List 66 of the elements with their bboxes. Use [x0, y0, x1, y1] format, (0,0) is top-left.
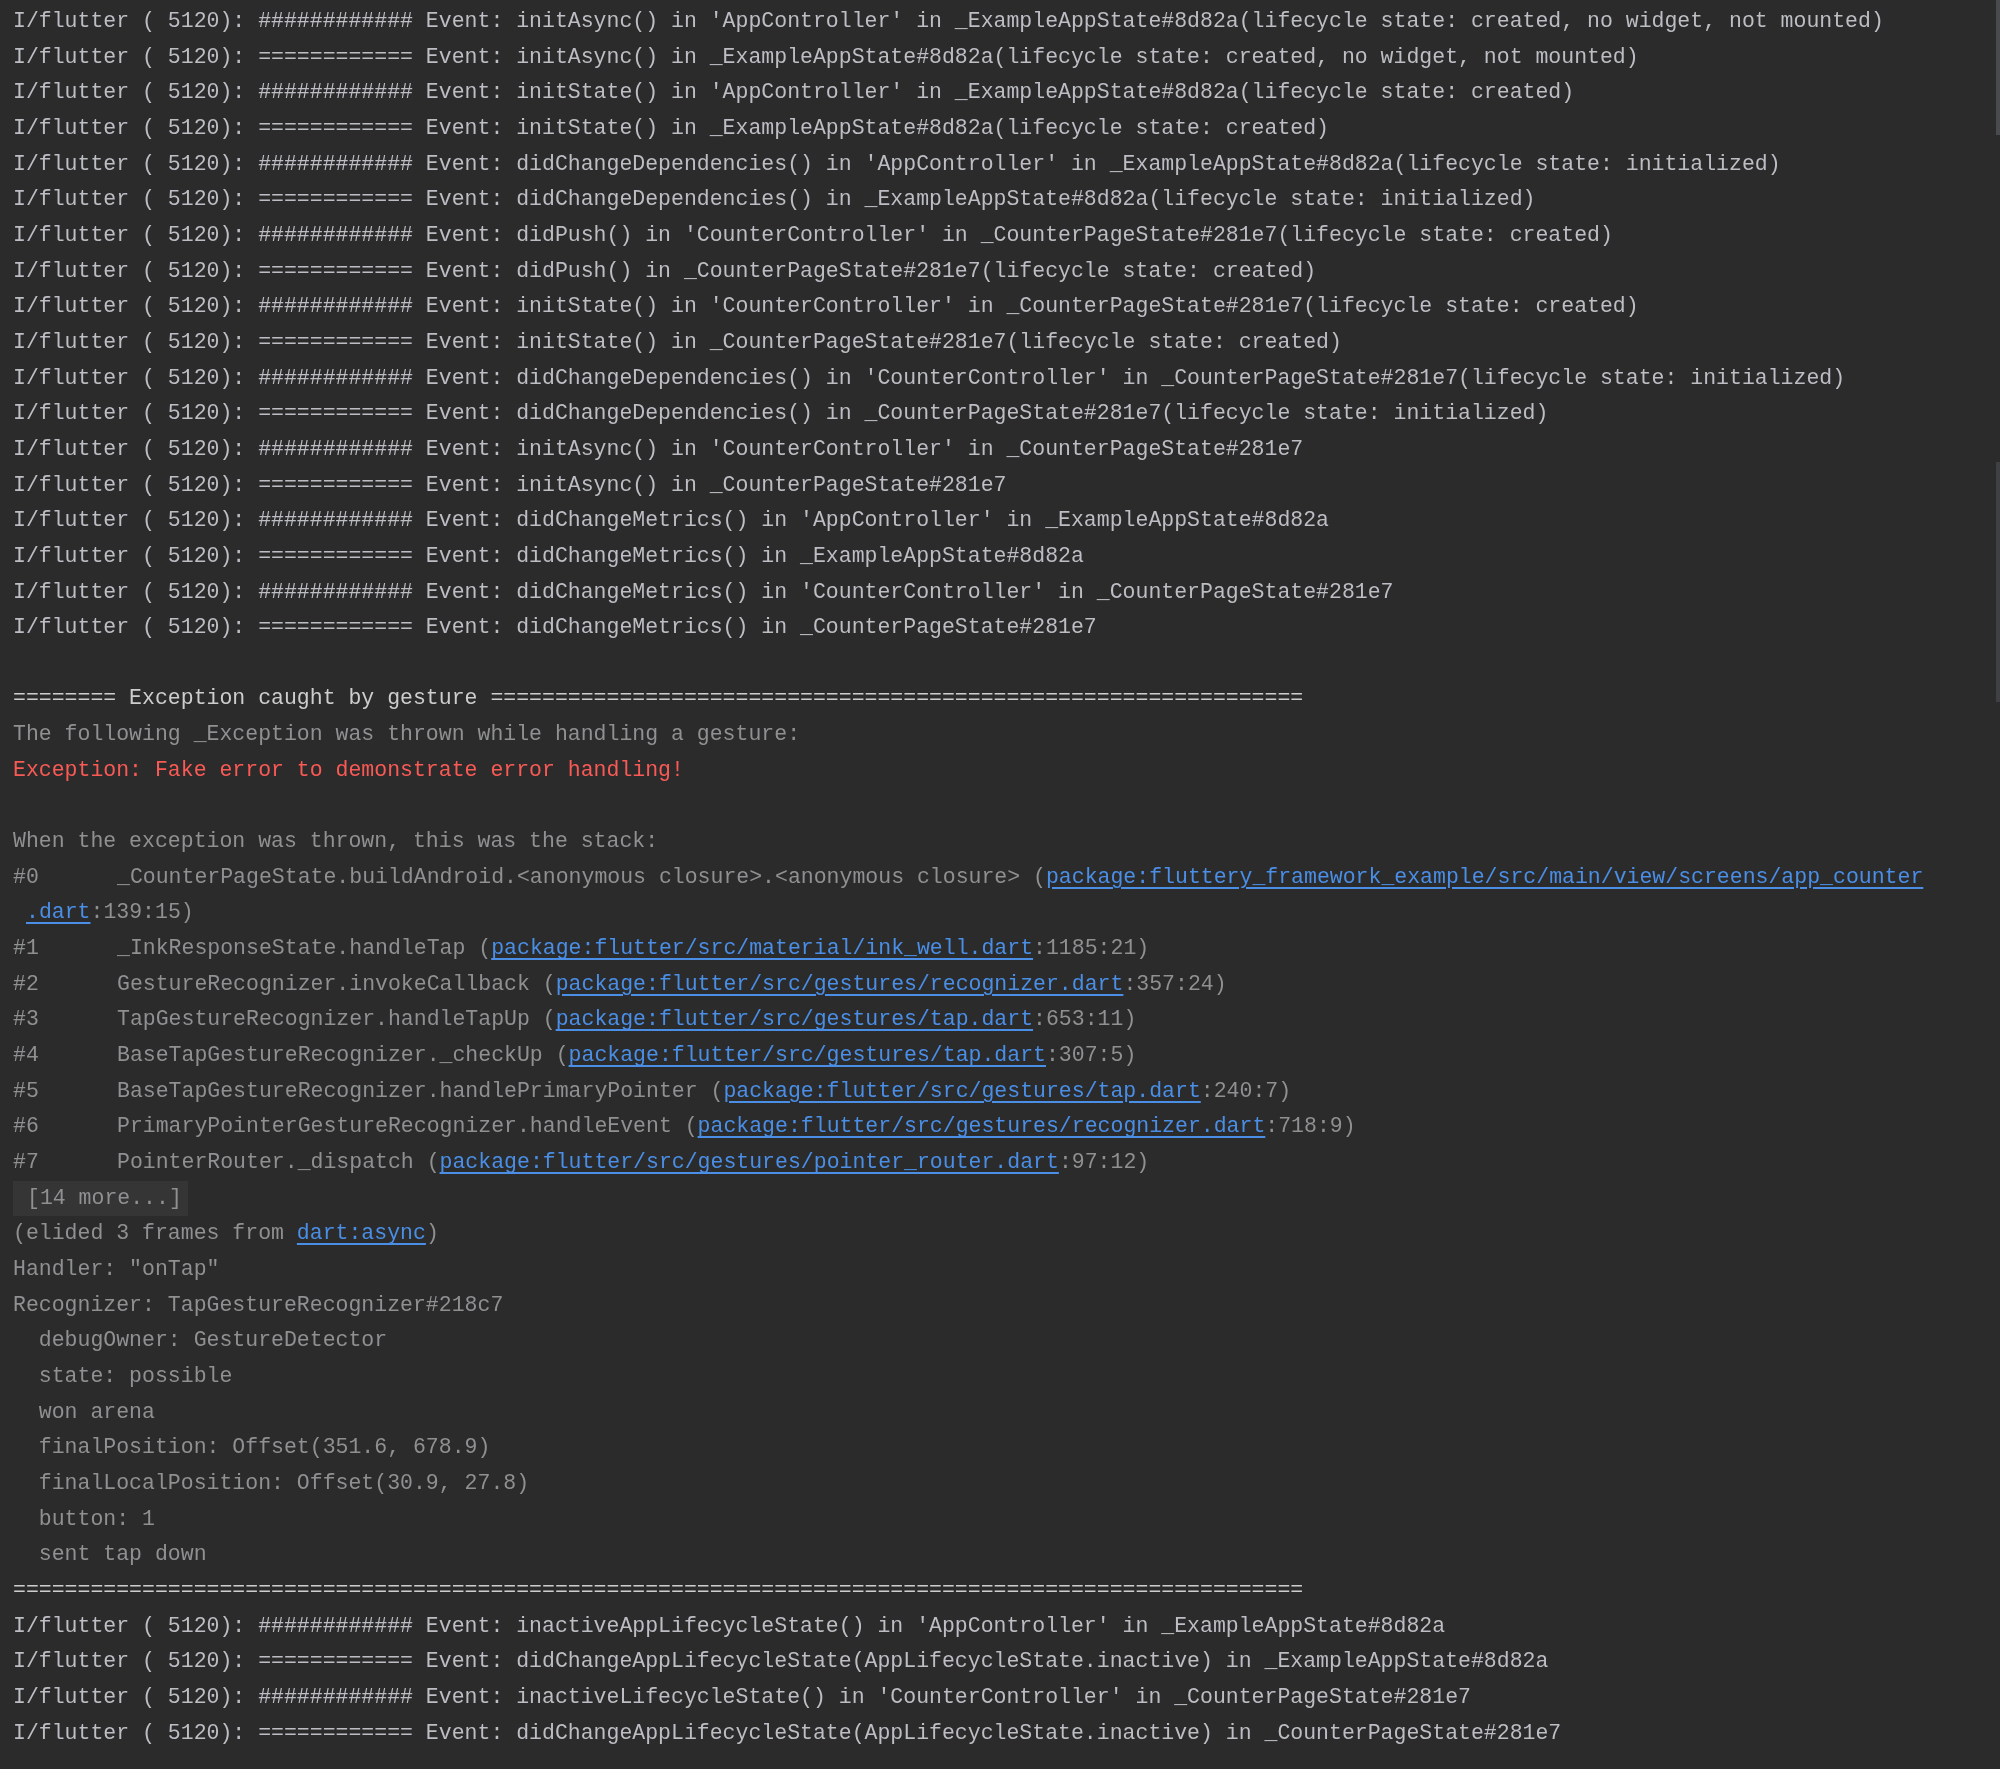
- log-line: I/flutter ( 5120): ============ Event: initAsync() in _CounterPageState#281e7: [13, 471, 1008, 499]
- separator-line: ======== Exception caught by gesture ===============================================================: [13, 685, 1305, 713]
- stack-frame-call: TapGestureRecognizer.handleTapUp (package:flutter/src/gestures/tap.dart:653:11): [117, 1006, 1137, 1034]
- stack-frame-call: _InkResponseState.handleTap (package:flutter/src/material/ink_well.dart:1185:21): [117, 935, 1150, 963]
- frame-index: #0: [13, 863, 40, 891]
- stack-frame-call: BaseTapGestureRecognizer.handlePrimaryPointer (package:flutter/src/gestures/tap.dart:240:7): [117, 1077, 1292, 1105]
- log-line: I/flutter ( 5120): ############ Event: didChangeMetrics() in 'CounterController' in _CounterPageState#281e7: [13, 578, 1395, 606]
- stack-frame-call: PrimaryPointerGestureRecognizer.handleEvent (package:flutter/src/gestures/recognizer.dart:718:9): [117, 1113, 1356, 1141]
- log-line: I/flutter ( 5120): ============ Event: didChangeMetrics() in _ExampleAppState#8d82a: [13, 542, 1085, 570]
- source-link[interactable]: package:flutter/src/gestures/recognizer.dart: [555, 971, 1124, 996]
- log-line: I/flutter ( 5120): ############ Event: initState() in 'CounterController' in _CounterPageState#281e7(lifecycle state: created): [13, 293, 1640, 321]
- source-link[interactable]: package:flutter/src/gestures/pointer_router.dart: [439, 1150, 1059, 1174]
- trace-line: The following _Exception was thrown while handling a gesture:: [13, 721, 802, 749]
- trace-line: state: possible: [37, 1362, 234, 1390]
- log-line: I/flutter ( 5120): ############ Event: didChangeDependencies() in 'CounterController' in _CounterPageState#281e7(lifecycle state: initialized): [13, 364, 1847, 392]
- frame-index: #1: [13, 935, 40, 963]
- trace-line: finalLocalPosition: Offset(30.9, 27.8): [37, 1469, 531, 1497]
- log-line: I/flutter ( 5120): ############ Event: didPush() in 'CounterController' in _CounterPageState#281e7(lifecycle state: created): [13, 221, 1614, 249]
- source-link[interactable]: package:flutter/src/gestures/tap.dart: [723, 1078, 1201, 1103]
- trace-line: Recognizer: TapGestureRecognizer#218c7: [13, 1291, 505, 1319]
- frame-index: #7: [13, 1149, 40, 1176]
- trace-line: button: 1: [37, 1505, 156, 1533]
- stack-frame-call: GestureRecognizer.invokeCallback (package:flutter/src/gestures/recognizer.dart:357:24): [117, 970, 1227, 998]
- log-line: I/flutter ( 5120): ============ Event: didChangeDependencies() in _ExampleAppState#8d82a(lifecycle state: initialized): [13, 186, 1537, 214]
- log-line: I/flutter ( 5120): ############ Event: didChangeDependencies() in 'AppController' in _ExampleAppState#8d82a(lifecycle state: initialized): [13, 150, 1782, 178]
- source-link[interactable]: dart:async: [296, 1221, 426, 1246]
- log-line: I/flutter ( 5120): ############ Event: inactiveLifecycleState() in 'CounterController' in _CounterPageState#281e7: [13, 1683, 1472, 1711]
- source-link[interactable]: .dart: [26, 900, 91, 925]
- log-line: I/flutter ( 5120): ============ Event: initAsync() in _ExampleAppState#8d82a(lifecycle state: created, no widget, not mounted): [13, 43, 1640, 71]
- trace-line: won arena: [37, 1398, 156, 1426]
- log-line: I/flutter ( 5120): ############ Event: initAsync() in 'AppController' in _ExampleAppState#8d82a(lifecycle state: created, no widget, not mounted): [13, 8, 1885, 35]
- log-line: I/flutter ( 5120): ============ Event: didChangeAppLifecycleState(AppLifecycleState.inactive) in _CounterPageState#281e7: [13, 1719, 1563, 1747]
- scrollbar-thumb[interactable]: [1996, 0, 2000, 135]
- more-frames-button[interactable]: [14 more...]: [13, 1180, 188, 1216]
- frame-index: #6: [13, 1113, 40, 1141]
- trace-line: Handler: "onTap": [13, 1255, 221, 1283]
- log-line: I/flutter ( 5120): ############ Event: initState() in 'AppController' in _ExampleAppState#8d82a(lifecycle state: created): [13, 79, 1576, 107]
- source-link[interactable]: package:fluttery_framework_example/src/main/view/screens/app_counter: [1045, 864, 1924, 889]
- frame-index: #5: [13, 1077, 40, 1105]
- stack-frame-call: PointerRouter._dispatch (package:flutter/src/gestures/pointer_router.dart:97:12): [117, 1149, 1150, 1176]
- stack-frame-call: BaseTapGestureRecognizer._checkUp (package:flutter/src/gestures/tap.dart:307:5): [117, 1042, 1137, 1070]
- error-message: Exception: Fake error to demonstrate error handling!: [13, 756, 685, 784]
- trace-line: .dart:139:15): [25, 899, 195, 927]
- frame-index: #2: [13, 970, 40, 998]
- source-link[interactable]: package:flutter/src/gestures/tap.dart: [568, 1043, 1046, 1068]
- log-line: I/flutter ( 5120): ============ Event: didChangeAppLifecycleState(AppLifecycleState.inactive) in _ExampleAppState#8d82a: [13, 1648, 1550, 1676]
- log-line: I/flutter ( 5120): ============ Event: didChangeMetrics() in _CounterPageState#281e7: [13, 614, 1098, 642]
- log-line: I/flutter ( 5120): ############ Event: initAsync() in 'CounterController' in _CounterPageState#281e7: [13, 435, 1305, 463]
- trace-line: finalPosition: Offset(351.6, 678.9): [37, 1434, 492, 1462]
- source-link[interactable]: package:flutter/src/gestures/tap.dart: [555, 1007, 1034, 1032]
- trace-line: sent tap down: [37, 1541, 208, 1569]
- source-link[interactable]: package:flutter/src/gestures/recognizer.dart: [697, 1114, 1266, 1139]
- frame-index: #3: [13, 1006, 40, 1034]
- source-link[interactable]: package:flutter/src/material/ink_well.dart: [491, 936, 1034, 961]
- log-line: I/flutter ( 5120): ============ Event: initState() in _ExampleAppState#8d82a(lifecycle state: created): [13, 114, 1330, 142]
- log-line: I/flutter ( 5120): ############ Event: didChangeMetrics() in 'AppController' in _ExampleAppState#8d82a: [13, 507, 1330, 535]
- separator-line: ====================================================================================================: [13, 1576, 1305, 1604]
- log-line: I/flutter ( 5120): ============ Event: initState() in _CounterPageState#281e7(lifecycle state: created): [13, 328, 1343, 356]
- stack-frame-call: _CounterPageState.buildAndroid.<anonymous closure>.<anonymous closure> (package:fluttery_framework_example/src/main/view/screens/app_counter: [117, 863, 1924, 891]
- trace-line: debugOwner: GestureDetector: [37, 1327, 389, 1355]
- trace-line: (elided 3 frames from dart:async): [13, 1220, 440, 1248]
- frame-index: #4: [13, 1042, 40, 1070]
- log-line: I/flutter ( 5120): ============ Event: didPush() in _CounterPageState#281e7(lifecycle state: created): [13, 257, 1318, 285]
- log-line: I/flutter ( 5120): ============ Event: didChangeDependencies() in _CounterPageState#281e7(lifecycle state: initialized): [13, 400, 1550, 428]
- trace-line: When the exception was thrown, this was the stack:: [13, 828, 660, 856]
- log-line: I/flutter ( 5120): ############ Event: inactiveAppLifecycleState() in 'AppController' in _ExampleAppState#8d82a: [13, 1612, 1447, 1640]
